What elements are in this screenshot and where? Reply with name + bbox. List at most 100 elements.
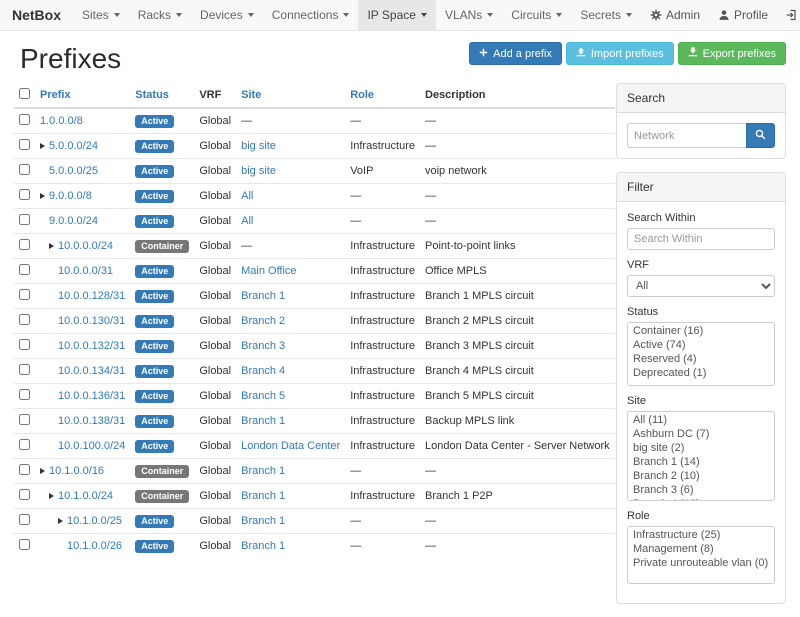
row-checkbox[interactable]: [19, 114, 30, 125]
nav-item-vlans[interactable]: VLANs: [436, 0, 502, 30]
nav-item-devices[interactable]: Devices: [191, 0, 263, 30]
site-link[interactable]: Branch 2: [241, 315, 285, 327]
row-checkbox[interactable]: [19, 189, 30, 200]
filter-panel: Filter Search Within VRF All Status Cont…: [616, 172, 786, 604]
prefix-link[interactable]: 10.0.0.136/31: [58, 390, 125, 402]
prefix-link[interactable]: 10.0.0.134/31: [58, 365, 125, 377]
nav-profile[interactable]: Profile: [709, 0, 777, 30]
prefix-link[interactable]: 10.0.0.130/31: [58, 315, 125, 327]
row-checkbox[interactable]: [19, 539, 30, 550]
prefix-link[interactable]: 10.0.100.0/24: [58, 440, 125, 452]
row-checkbox[interactable]: [19, 239, 30, 250]
row-checkbox[interactable]: [19, 264, 30, 275]
prefix-link[interactable]: 9.0.0.0/8: [49, 190, 92, 202]
site-link[interactable]: big site: [241, 140, 276, 152]
prefix-link[interactable]: 10.1.0.0/16: [49, 465, 104, 477]
row-checkbox[interactable]: [19, 314, 30, 325]
site-link[interactable]: Branch 5: [241, 390, 285, 402]
import-prefixes-button[interactable]: Import prefixes: [566, 42, 674, 65]
nav-item-racks[interactable]: Racks: [129, 0, 191, 30]
prefix-link[interactable]: 1.0.0.0/8: [40, 115, 83, 127]
prefix-link[interactable]: 10.0.0.128/31: [58, 290, 125, 302]
col-description: Description: [420, 83, 615, 108]
site-select[interactable]: All (11)Ashburn DC (7)big site (2)Branch…: [627, 411, 775, 501]
site-link[interactable]: All: [241, 215, 253, 227]
row-checkbox[interactable]: [19, 414, 30, 425]
row-checkbox[interactable]: [19, 389, 30, 400]
prefix-link[interactable]: 10.0.0.132/31: [58, 340, 125, 352]
row-checkbox[interactable]: [19, 214, 30, 225]
nav-item-connections[interactable]: Connections: [263, 0, 359, 30]
nav-admin[interactable]: Admin: [641, 0, 709, 30]
prefix-link[interactable]: 5.0.0.0/24: [49, 140, 98, 152]
prefix-link[interactable]: 10.1.0.0/24: [58, 490, 113, 502]
row-checkbox[interactable]: [19, 164, 30, 175]
nav-item-label: Secrets: [580, 8, 621, 22]
vrf-cell: Global: [194, 409, 236, 434]
role-cell: —: [345, 534, 420, 559]
prefix-link[interactable]: 9.0.0.0/24: [49, 215, 98, 227]
site-link[interactable]: Branch 1: [241, 415, 285, 427]
nav-item-circuits[interactable]: Circuits: [502, 0, 571, 30]
prefix-link[interactable]: 10.0.0.0/31: [58, 265, 113, 277]
nav-item-label: Circuits: [511, 8, 551, 22]
table-row: 10.1.0.0/24ContainerGlobalBranch 1Infras…: [14, 484, 615, 509]
status-cell: Active: [130, 108, 194, 134]
nav-item-ip-space[interactable]: IP Space: [358, 0, 435, 30]
sort-site[interactable]: Site: [241, 89, 261, 101]
sort-role[interactable]: Role: [350, 89, 374, 101]
status-badge: Active: [135, 315, 174, 328]
page-container: Prefixes Add a prefix Import prefixes Ex…: [0, 31, 800, 617]
vrf-select[interactable]: All: [627, 275, 775, 297]
site-link[interactable]: Branch 1: [241, 290, 285, 302]
nav-item-secrets[interactable]: Secrets: [571, 0, 641, 30]
role-select[interactable]: Infrastructure (25)Management (8)Private…: [627, 526, 775, 584]
row-checkbox[interactable]: [19, 289, 30, 300]
brand[interactable]: NetBox: [8, 0, 73, 30]
prefix-link[interactable]: 10.1.0.0/25: [67, 515, 122, 527]
add-prefix-button[interactable]: Add a prefix: [469, 42, 562, 65]
row-checkbox[interactable]: [19, 489, 30, 500]
site-link[interactable]: Branch 1: [241, 490, 285, 502]
site-link[interactable]: Branch 1: [241, 515, 285, 527]
status-cell: Active: [130, 334, 194, 359]
prefix-cell: 10.1.0.0/26: [35, 534, 130, 559]
site-link[interactable]: Branch 3: [241, 340, 285, 352]
status-cell: Active: [130, 259, 194, 284]
row-checkbox[interactable]: [19, 139, 30, 150]
row-checkbox[interactable]: [19, 514, 30, 525]
row-checkbox[interactable]: [19, 464, 30, 475]
sort-prefix[interactable]: Prefix: [40, 89, 71, 101]
site-link[interactable]: Branch 1: [241, 540, 285, 552]
sort-status[interactable]: Status: [135, 89, 169, 101]
description-cell: Point-to-point links: [420, 234, 615, 259]
search-button[interactable]: [746, 123, 775, 148]
site-link[interactable]: All: [241, 190, 253, 202]
search-within-input[interactable]: [627, 228, 775, 250]
nav-logout[interactable]: Log out: [777, 0, 800, 30]
export-prefixes-button[interactable]: Export prefixes: [678, 42, 786, 65]
status-badge: Active: [135, 115, 174, 128]
prefix-link[interactable]: 5.0.0.0/25: [49, 165, 98, 177]
site-link[interactable]: Branch 4: [241, 365, 285, 377]
row-checkbox[interactable]: [19, 439, 30, 450]
row-checkbox[interactable]: [19, 364, 30, 375]
prefix-link[interactable]: 10.1.0.0/26: [67, 540, 122, 552]
search-input[interactable]: [627, 123, 746, 148]
vrf-cell: Global: [194, 259, 236, 284]
site-link[interactable]: big site: [241, 165, 276, 177]
status-select[interactable]: Container (16)Active (74)Reserved (4)Dep…: [627, 322, 775, 386]
role-cell: VoIP: [345, 159, 420, 184]
prefix-link[interactable]: 10.0.0.0/24: [58, 240, 113, 252]
site-link[interactable]: London Data Center: [241, 440, 340, 452]
select-all-checkbox[interactable]: [19, 88, 30, 99]
nav-item-sites[interactable]: Sites: [73, 0, 129, 30]
prefix-cell: 10.0.0.138/31: [35, 409, 130, 434]
table-row: 10.0.100.0/24ActiveGlobalLondon Data Cen…: [14, 434, 615, 459]
site-link[interactable]: Branch 1: [241, 465, 285, 477]
prefix-link[interactable]: 10.0.0.138/31: [58, 415, 125, 427]
row-checkbox[interactable]: [19, 339, 30, 350]
description-cell: —: [420, 209, 615, 234]
status-badge: Active: [135, 540, 174, 553]
site-link[interactable]: Main Office: [241, 265, 296, 277]
